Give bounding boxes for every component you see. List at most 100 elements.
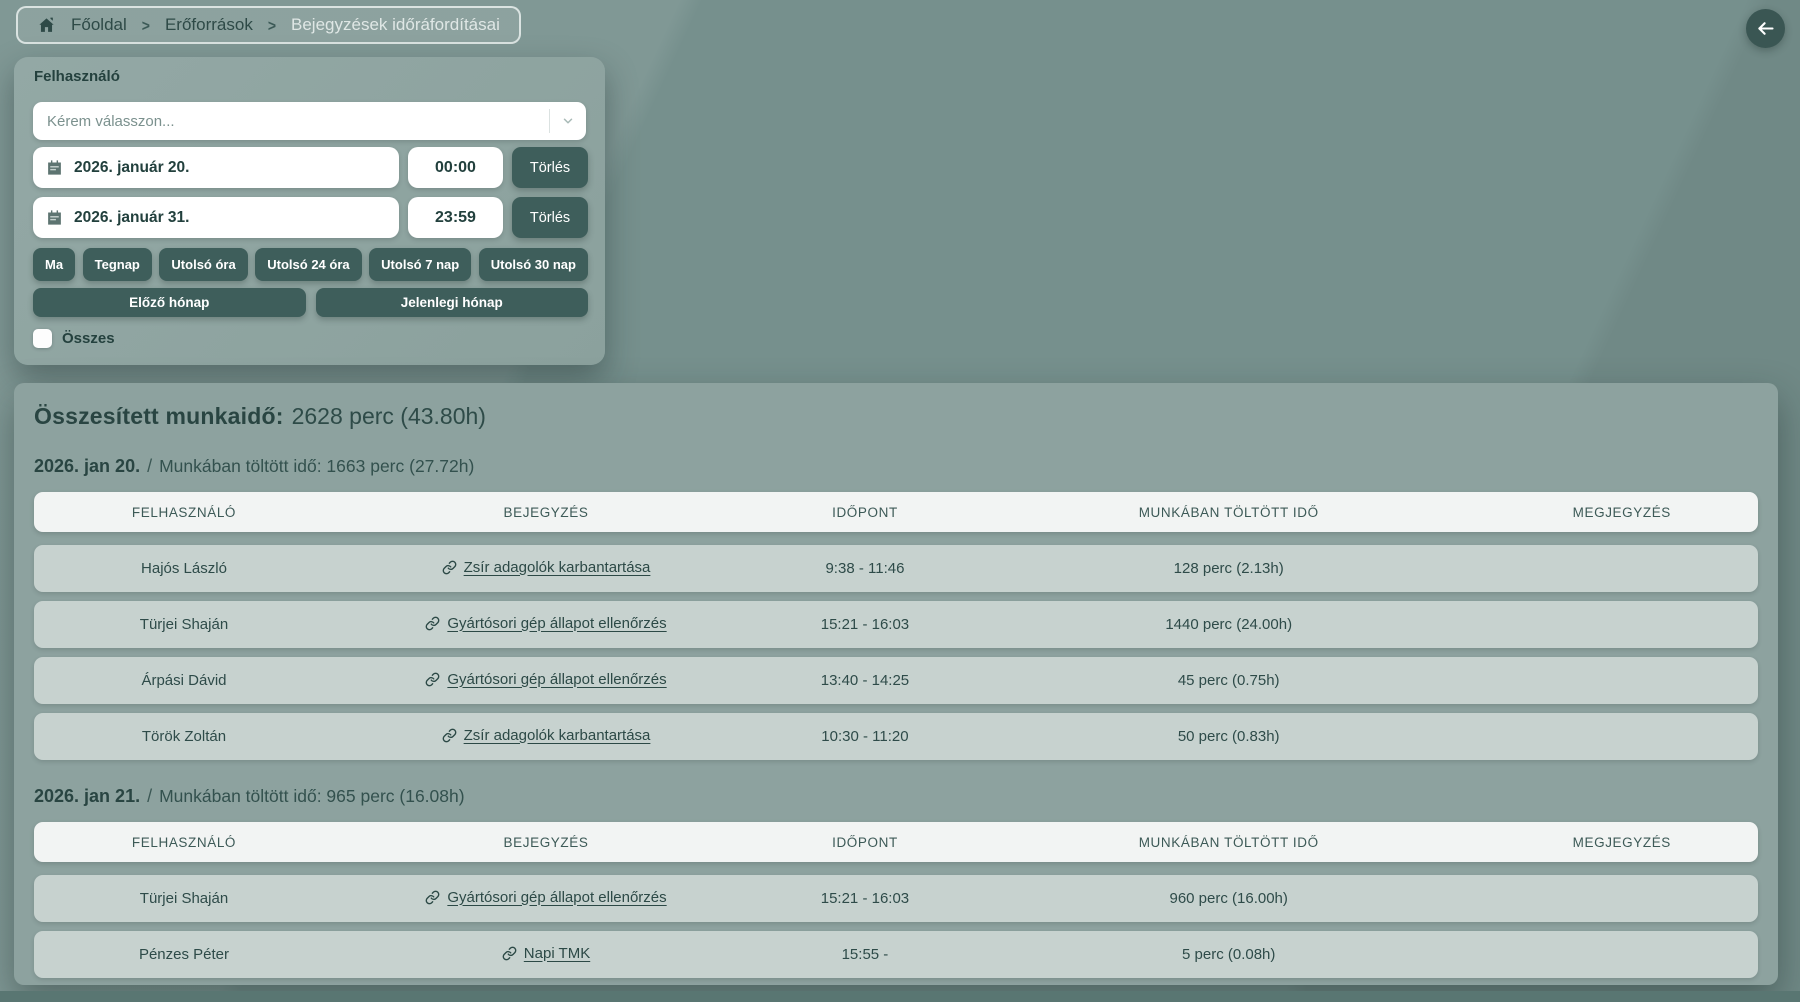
day-heading-jan21: 2026. jan 21. / Munkában töltött idő: 965 … [34,786,1758,807]
entry-link[interactable]: Gyártósori gép állapot ellenőrzés [425,671,666,688]
quick-button-last-hour[interactable]: Utolsó óra [159,248,247,281]
row-worked: 960 perc (16.00h) [972,890,1486,907]
all-checkbox-row: Összes [33,329,115,348]
results-panel: Összesített munkaidő:2628 perc (43.80h) … [14,383,1778,985]
table-row: Türjei Shaján Gyártósori gép állapot ell… [34,601,1758,648]
calendar-icon [46,159,63,176]
entry-link[interactable]: Gyártósori gép állapot ellenőrzés [425,615,666,632]
table-row: Türjei Shaján Gyártósori gép állapot ell… [34,875,1758,922]
breadcrumb-separator-icon: > [268,16,276,34]
row-time: 15:55 - [758,946,972,963]
entry-link-text: Zsír adagolók karbantartása [464,559,651,576]
entry-link[interactable]: Zsír adagolók karbantartása [442,559,651,576]
table-row: Török Zoltán Zsír adagolók karbantartása… [34,713,1758,760]
row-time: 9:38 - 11:46 [758,560,972,577]
link-icon [425,890,440,905]
previous-month-button[interactable]: Előző hónap [33,288,306,317]
user-select-placeholder: Kérem válasszon... [33,113,549,130]
chevron-down-icon [550,114,586,128]
row-worked: 1440 perc (24.00h) [972,616,1486,633]
row-user: Türjei Shaján [34,890,334,907]
date-from-input[interactable]: 2026. január 20. [33,147,399,188]
row-worked: 45 perc (0.75h) [972,672,1486,689]
row-user: Pénzes Péter [34,946,334,963]
table-header-row: FELHASZNÁLÓ BEJEGYZÉS IDŐPONT MUNKÁBAN T… [34,822,1758,862]
link-icon [442,560,457,575]
entry-link-text: Gyártósori gép állapot ellenőrzés [447,671,666,688]
home-icon[interactable] [37,16,56,35]
column-header-note: MEGJEGYZÉS [1486,505,1758,520]
entry-link[interactable]: Zsír adagolók karbantartása [442,727,651,744]
date-to-value: 2026. január 31. [74,209,189,227]
row-time: 13:40 - 14:25 [758,672,972,689]
quick-button-last-30-days[interactable]: Utolsó 30 nap [479,248,588,281]
column-header-note: MEGJEGYZÉS [1486,835,1758,850]
table-row: Hajós László Zsír adagolók karbantartása… [34,545,1758,592]
current-month-button[interactable]: Jelenlegi hónap [316,288,589,317]
total-worktime-value: 2628 perc (43.80h) [292,403,486,429]
column-header-time: IDŐPONT [758,505,972,520]
row-worked: 128 perc (2.13h) [972,560,1486,577]
day-worktime: Munkában töltött idő: 1663 perc (27.72h) [159,456,474,476]
day-separator: / [147,456,152,476]
entry-link[interactable]: Napi TMK [502,945,590,962]
column-header-user: FELHASZNÁLÓ [34,835,334,850]
link-icon [425,672,440,687]
entry-link-text: Napi TMK [524,945,590,962]
breadcrumb-item-resources[interactable]: Erőforrások [165,15,253,35]
day-date: 2026. jan 21. [34,786,140,806]
day-date: 2026. jan 20. [34,456,140,476]
table-row: Pénzes Péter Napi TMK 15:55 - 5 perc (0.… [34,931,1758,978]
date-from-value: 2026. január 20. [74,159,189,177]
clear-to-button[interactable]: Törlés [512,197,588,238]
column-header-worked: MUNKÁBAN TÖLTÖTT IDŐ [972,835,1486,850]
day-worktime: Munkában töltött idő: 965 perc (16.08h) [159,786,464,806]
link-icon [442,728,457,743]
quick-button-yesterday[interactable]: Tegnap [83,248,152,281]
day-heading-jan20: 2026. jan 20. / Munkában töltött idő: 1663… [34,456,1758,477]
time-from-input[interactable]: 00:00 [408,147,503,188]
filter-panel: Felhasználó Kérem válasszon... 2026. jan… [14,57,605,365]
quick-button-last-24h[interactable]: Utolsó 24 óra [255,248,361,281]
column-header-user: FELHASZNÁLÓ [34,505,334,520]
entry-link[interactable]: Gyártósori gép állapot ellenőrzés [425,889,666,906]
quick-button-today[interactable]: Ma [33,248,75,281]
row-time: 15:21 - 16:03 [758,616,972,633]
date-to-input[interactable]: 2026. január 31. [33,197,399,238]
user-select-label: Felhasználó [34,68,120,85]
row-user: Türjei Shaján [34,616,334,633]
clear-from-button[interactable]: Törlés [512,147,588,188]
row-time: 15:21 - 16:03 [758,890,972,907]
link-icon [425,616,440,631]
all-checkbox[interactable] [33,329,52,348]
row-time: 10:30 - 11:20 [758,728,972,745]
link-icon [502,946,517,961]
column-header-entry: BEJEGYZÉS [334,835,758,850]
column-header-worked: MUNKÁBAN TÖLTÖTT IDŐ [972,505,1486,520]
row-worked: 5 perc (0.08h) [972,946,1486,963]
column-header-time: IDŐPONT [758,835,972,850]
arrow-left-icon [1755,18,1776,39]
day-separator: / [147,786,152,806]
page-bottom-edge [0,991,1800,1002]
row-user: Török Zoltán [34,728,334,745]
user-select[interactable]: Kérem válasszon... [33,102,586,140]
entry-link-text: Zsír adagolók karbantartása [464,727,651,744]
entry-link-text: Gyártósori gép állapot ellenőrzés [447,615,666,632]
all-checkbox-label[interactable]: Összes [62,330,115,347]
table-header-row: FELHASZNÁLÓ BEJEGYZÉS IDŐPONT MUNKÁBAN T… [34,492,1758,532]
time-to-input[interactable]: 23:59 [408,197,503,238]
row-worked: 50 perc (0.83h) [972,728,1486,745]
breadcrumb-item-home[interactable]: Főoldal [71,15,127,35]
total-worktime-label: Összesített munkaidő: [34,403,284,429]
breadcrumb: Főoldal > Erőforrások > Bejegyzések időr… [16,6,521,44]
month-filter-row: Előző hónap Jelenlegi hónap [33,288,588,317]
quick-filter-row: Ma Tegnap Utolsó óra Utolsó 24 óra Utols… [33,248,588,281]
date-to-row: 2026. január 31. 23:59 Törlés [33,197,588,238]
row-user: Hajós László [34,560,334,577]
table-row: Árpási Dávid Gyártósori gép állapot elle… [34,657,1758,704]
back-button[interactable] [1746,9,1785,48]
column-header-entry: BEJEGYZÉS [334,505,758,520]
calendar-icon [46,209,63,226]
quick-button-last-7-days[interactable]: Utolsó 7 nap [369,248,471,281]
